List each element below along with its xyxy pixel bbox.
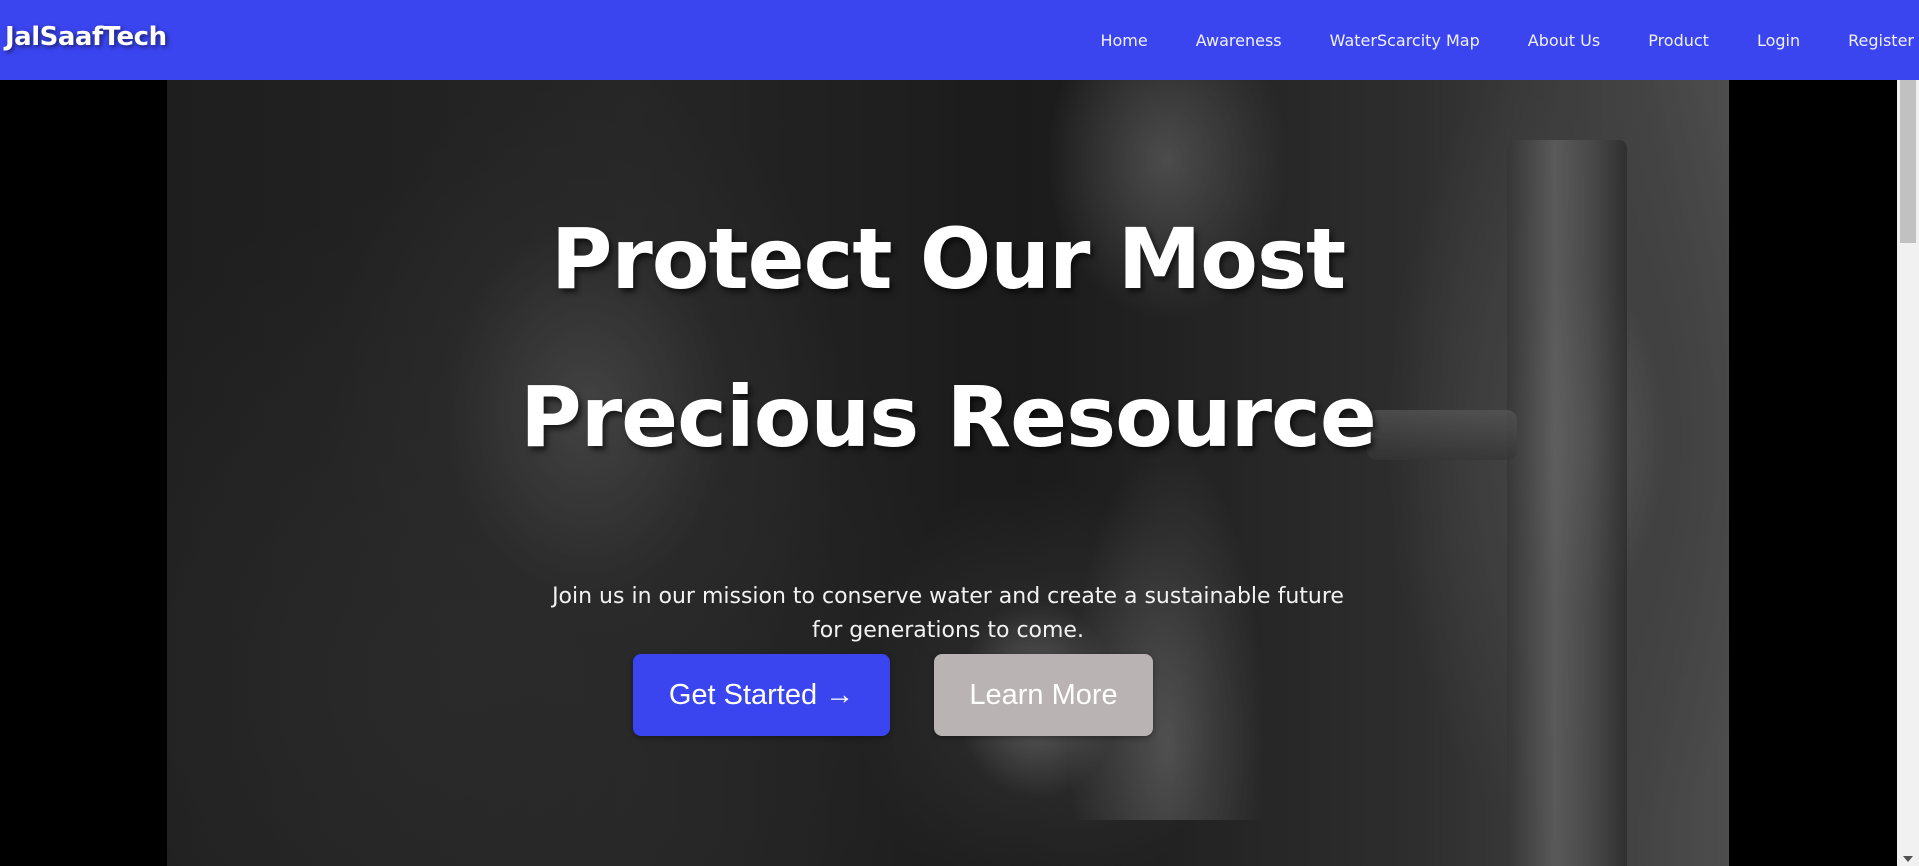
top-navbar: JalSaafTech Home Awareness WaterScarcity… xyxy=(0,0,1919,80)
nav-link-register[interactable]: Register xyxy=(1848,31,1914,50)
scrollbar-thumb[interactable] xyxy=(1900,80,1916,243)
nav-link-water-scarcity-map[interactable]: WaterScarcity Map xyxy=(1330,31,1480,50)
hero-title-line-1: Protect Our Most xyxy=(550,210,1346,308)
hero-buttons: Get Started → Learn More xyxy=(167,654,1729,736)
get-started-button[interactable]: Get Started → xyxy=(633,654,890,736)
nav-link-about-us[interactable]: About Us xyxy=(1528,31,1600,50)
hero-title: Protect Our Most Precious Resource xyxy=(518,80,1378,496)
learn-more-button[interactable]: Learn More xyxy=(934,654,1153,736)
scroll-down-arrow-icon[interactable] xyxy=(1903,856,1913,862)
hero-content: Protect Our Most Precious Resource Join … xyxy=(167,80,1729,736)
hero-title-line-2: Precious Resource xyxy=(520,368,1377,466)
page-scrollbar[interactable] xyxy=(1897,80,1919,866)
hero-subtitle: Join us in our mission to conserve water… xyxy=(552,584,1344,643)
brand-logo[interactable]: JalSaafTech xyxy=(5,22,167,52)
nav-links: Home Awareness WaterScarcity Map About U… xyxy=(1052,0,1919,80)
nav-link-product[interactable]: Product xyxy=(1648,31,1709,50)
nav-link-home[interactable]: Home xyxy=(1100,31,1147,50)
nav-link-awareness[interactable]: Awareness xyxy=(1196,31,1282,50)
nav-link-login[interactable]: Login xyxy=(1757,31,1800,50)
